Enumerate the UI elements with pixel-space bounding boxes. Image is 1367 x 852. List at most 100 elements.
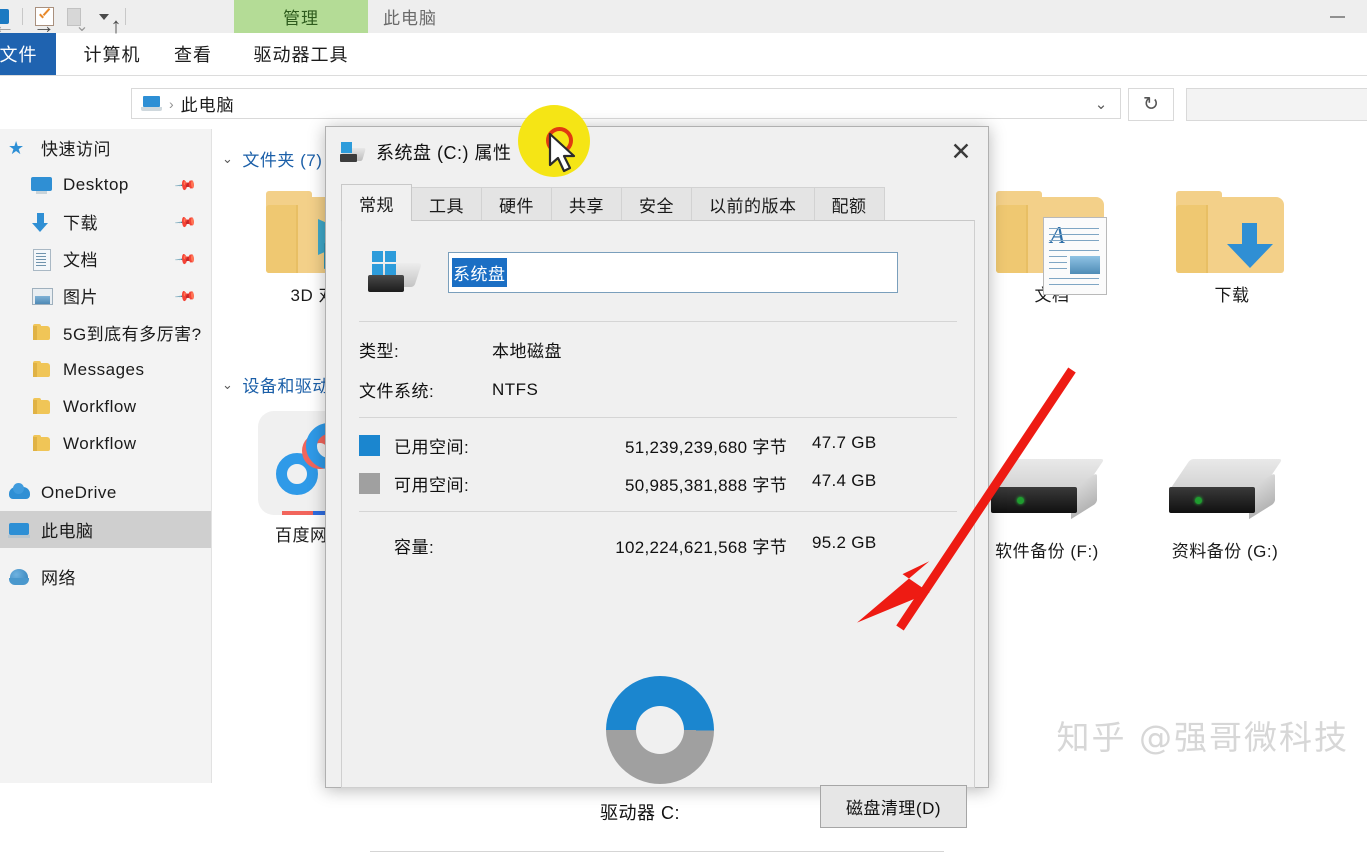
tab-view[interactable]: 查看 — [160, 33, 226, 75]
field-type: 类型: 本地磁盘 — [359, 337, 919, 362]
chevron-down-icon[interactable]: ⌄ — [222, 377, 233, 393]
used-space-swatch — [359, 435, 380, 456]
up-button[interactable]: ↑ — [98, 8, 134, 44]
chevron-down-icon[interactable]: ⌄ — [1082, 88, 1120, 119]
dialog-title-bar: 系统盘 (C:) 属性 ✕ — [326, 127, 988, 177]
hard-drive-icon — [989, 459, 1105, 531]
field-label: 类型: — [359, 342, 400, 361]
list-item[interactable]: A 文档 — [972, 191, 1132, 306]
sidebar-item-label: 快速访问 — [41, 140, 111, 159]
watermark: 知乎 @强哥微科技 — [1056, 718, 1349, 757]
sidebar-item-desktop[interactable]: Desktop 📌 — [0, 166, 211, 203]
folder-downloads-icon — [1176, 191, 1288, 275]
drive-properties-dialog: 系统盘 (C:) 属性 ✕ 常规 工具 硬件 共享 安全 以前的版本 配额 系统… — [325, 126, 989, 852]
documents-icon — [30, 248, 54, 271]
sidebar-item-onedrive[interactable]: OneDrive — [0, 474, 211, 511]
breadcrumb[interactable]: 此电脑 — [181, 91, 235, 116]
sidebar-item-network[interactable]: 网络 — [0, 558, 211, 595]
tab-hardware[interactable]: 硬件 — [481, 187, 552, 221]
folder-icon — [30, 359, 54, 381]
usage-row-used: 已用空间: — [359, 433, 527, 458]
sidebar-item-label: Desktop — [63, 174, 129, 194]
sidebar-item-pictures[interactable]: 图片 📌 — [0, 277, 211, 314]
sidebar-item-label: OneDrive — [41, 482, 117, 502]
sidebar-item-workflow-2[interactable]: Workflow — [0, 425, 211, 462]
forward-button[interactable]: → — [26, 8, 62, 44]
drive-caption: 驱动器 C: — [600, 803, 681, 823]
sidebar-item-label: Workflow — [63, 396, 137, 416]
sidebar-item-label: 网络 — [41, 569, 76, 588]
sidebar-item-quick-access[interactable]: ★ 快速访问 — [0, 129, 211, 166]
sidebar-item-documents[interactable]: 文档 📌 — [0, 240, 211, 277]
tab-drive-tools[interactable]: 驱动器工具 — [234, 33, 368, 75]
tab-tools[interactable]: 工具 — [411, 187, 482, 221]
dialog-tab-strip: 常规 工具 硬件 共享 安全 以前的版本 配额 — [341, 184, 973, 221]
this-pc-icon — [8, 519, 32, 541]
usage-row-free: 可用空间: — [359, 471, 527, 496]
drive-icon — [340, 142, 366, 162]
back-button[interactable]: ← — [0, 8, 22, 44]
capacity-bytes: 102,224,621,568 字节 — [615, 538, 787, 557]
list-item[interactable]: 下载 — [1152, 191, 1312, 306]
disk-usage-donut-chart — [606, 676, 714, 784]
recent-locations-button[interactable]: ⌄ — [64, 8, 100, 44]
divider — [359, 417, 957, 418]
capacity-row: 容量: — [394, 533, 527, 558]
sidebar-item-folder-5g[interactable]: 5G到底有多厉害? — [0, 314, 211, 351]
tab-quota[interactable]: 配额 — [813, 187, 885, 221]
volume-label-value: 系统盘 — [452, 257, 507, 287]
management-contextual-tab[interactable]: 管理 — [234, 0, 368, 33]
network-icon — [8, 566, 32, 588]
list-item[interactable]: 软件备份 (F:) — [967, 459, 1127, 562]
star-icon: ★ — [8, 137, 25, 158]
pin-icon: 📌 — [174, 210, 199, 235]
breadcrumb-separator: › — [169, 95, 174, 112]
address-field[interactable]: › 此电脑 — [131, 88, 1121, 119]
downloads-icon — [30, 211, 54, 233]
window-title: 此电脑 — [383, 9, 437, 28]
this-pc-icon — [141, 95, 163, 112]
sidebar-item-label: 5G到底有多厉害? — [63, 325, 202, 344]
field-label: 文件系统: — [359, 382, 435, 401]
tab-sharing[interactable]: 共享 — [551, 187, 622, 221]
folder-documents-icon: A — [996, 191, 1108, 295]
cloud-icon — [8, 482, 32, 504]
sidebar-item-downloads[interactable]: 下载 📌 — [0, 203, 211, 240]
tab-security[interactable]: 安全 — [621, 187, 692, 221]
navigation-pane: ★ 快速访问 Desktop 📌 下载 📌 文档 📌 图片 📌 5G到底有多厉害… — [0, 129, 212, 783]
dialog-general-panel: 系统盘 类型: 本地磁盘 文件系统: NTFS 已用空间: 51,239,239… — [341, 220, 975, 852]
hard-drive-icon — [1167, 459, 1283, 531]
used-space-size: 47.7 GB — [812, 433, 877, 452]
volume-label-input[interactable]: 系统盘 — [448, 251, 898, 293]
free-space-size: 47.4 GB — [812, 471, 877, 490]
chevron-down-icon[interactable]: ⌄ — [222, 151, 233, 167]
sidebar-item-this-pc[interactable]: 此电脑 — [0, 511, 211, 548]
list-item-label: 下载 — [1214, 286, 1250, 305]
disk-cleanup-button[interactable]: 磁盘清理(D) — [820, 785, 967, 828]
dialog-title: 系统盘 (C:) 属性 — [376, 143, 512, 163]
usage-label: 可用空间: — [394, 476, 470, 495]
search-input[interactable] — [1186, 88, 1367, 121]
group-header-folders[interactable]: ⌄ 文件夹 (7) — [222, 146, 322, 171]
volume-label-row: 系统盘 — [359, 241, 957, 303]
close-icon[interactable]: ✕ — [934, 127, 988, 177]
refresh-icon[interactable]: ↻ — [1128, 88, 1174, 121]
folder-icon — [30, 433, 54, 455]
tab-general[interactable]: 常规 — [341, 184, 412, 221]
used-space-bytes: 51,239,239,680 字节 — [625, 438, 787, 457]
capacity-label: 容量: — [394, 538, 435, 557]
list-item[interactable]: 资料备份 (G:) — [1145, 459, 1305, 562]
pin-icon: 📌 — [174, 284, 199, 309]
folder-icon — [30, 396, 54, 418]
pin-icon: 📌 — [174, 173, 199, 198]
ribbon-tab-row: 文件 计算机 查看 驱动器工具 — [0, 33, 1367, 76]
sidebar-item-label: 图片 — [63, 288, 98, 307]
sidebar-item-messages[interactable]: Messages — [0, 351, 211, 388]
tab-previous-versions[interactable]: 以前的版本 — [691, 187, 815, 221]
desktop-icon — [30, 174, 54, 196]
minimize-button[interactable]: — — [1330, 0, 1345, 33]
sidebar-item-workflow-1[interactable]: Workflow — [0, 388, 211, 425]
sidebar-item-label: Workflow — [63, 433, 137, 453]
pictures-icon — [30, 285, 54, 307]
divider — [359, 511, 957, 512]
